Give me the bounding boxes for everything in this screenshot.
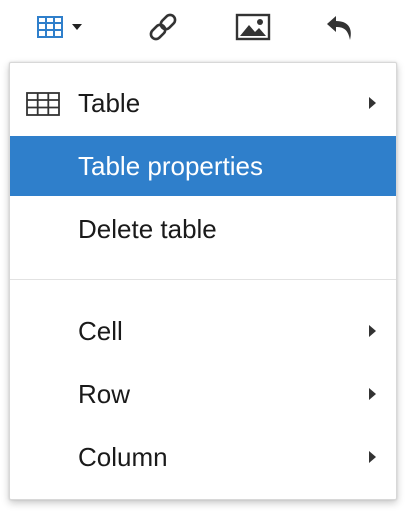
undo-icon	[327, 16, 351, 40]
table-icon	[37, 16, 82, 38]
menu-item-row[interactable]: Row	[10, 364, 396, 424]
link-icon	[149, 13, 177, 41]
table-button[interactable]	[28, 6, 98, 48]
chevron-down-icon	[72, 24, 82, 30]
menu-item-delete-table[interactable]: Delete table	[10, 199, 396, 259]
link-button[interactable]	[140, 6, 186, 48]
menu-item-table[interactable]: Table	[10, 73, 396, 133]
undo-button[interactable]	[318, 6, 364, 48]
menu-divider	[10, 279, 396, 280]
table-icon	[26, 92, 60, 121]
image-icon	[235, 13, 271, 41]
menu-item-cell[interactable]: Cell	[10, 301, 396, 361]
menu-item-label: Table	[78, 88, 141, 118]
menu-item-label: Cell	[78, 316, 123, 346]
menu-item-label: Column	[78, 442, 168, 472]
menu-item-label: Row	[78, 379, 131, 409]
chevron-right-icon	[369, 97, 376, 109]
menu-item-label: Delete table	[78, 214, 217, 244]
menu-item-table-properties[interactable]: Table properties	[10, 136, 396, 196]
menu-item-column[interactable]: Column	[10, 427, 396, 487]
menu-item-label: Table properties	[78, 151, 263, 181]
editor-toolbar	[0, 0, 408, 58]
chevron-right-icon	[369, 325, 376, 337]
table-dropdown-menu: Table Table properties Delete table Cell…	[9, 62, 397, 500]
chevron-right-icon	[369, 388, 376, 400]
chevron-right-icon	[369, 451, 376, 463]
image-button[interactable]	[230, 6, 276, 48]
